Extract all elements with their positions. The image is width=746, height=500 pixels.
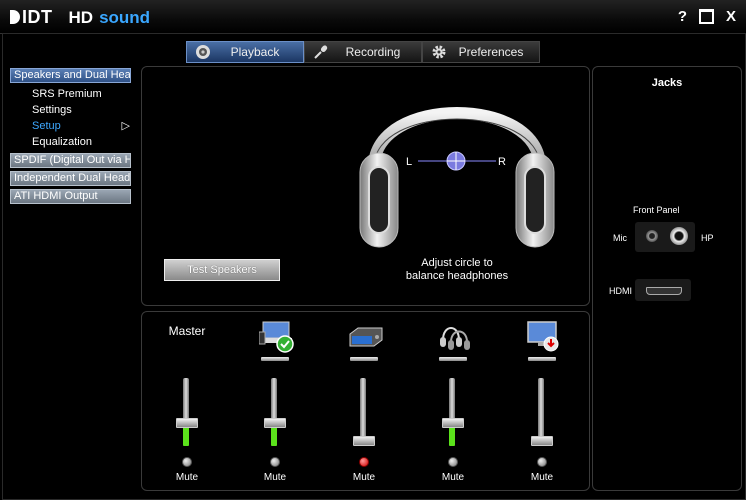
channel-label: Master — [168, 324, 206, 338]
dual-headphones-icon — [440, 327, 470, 350]
slider-thumb[interactable] — [264, 418, 286, 428]
balance-line-1: Adjust circle to — [421, 257, 493, 269]
volume-slider[interactable] — [353, 378, 375, 446]
logo-hd: HD — [68, 7, 94, 27]
logo-idt: IDT — [10, 7, 53, 28]
spdif-device-icon — [349, 327, 383, 347]
sub-item-label: Setup — [32, 120, 61, 132]
mute-label: Mute — [352, 472, 376, 483]
channel-speakers: Mute — [245, 312, 305, 490]
sub-item-setup[interactable]: Setup ▷ — [10, 118, 132, 134]
device-ati-hdmi-output[interactable]: ATI HDMI Output — [10, 189, 131, 204]
tab-label: Recording — [345, 45, 401, 59]
slider-thumb[interactable] — [176, 418, 198, 428]
balance-instructions: Adjust circle to balance headphones — [382, 257, 532, 283]
device-spdif[interactable]: SPDIF (Digital Out via HP) — [10, 153, 131, 168]
logo-sound: sound — [99, 7, 151, 27]
headphones-icon: L R — [359, 107, 555, 248]
mic-jack-icon[interactable] — [646, 230, 658, 242]
slider-thumb[interactable] — [353, 436, 375, 446]
volume-slider[interactable] — [531, 378, 553, 446]
channel-master: Master Mute — [157, 312, 217, 490]
channel-spdif: Mute — [334, 312, 394, 490]
device-sidebar: Speakers and Dual Headphones SRS Premium… — [10, 68, 132, 207]
channel-headphones: Mute — [423, 312, 483, 490]
channel-separator — [350, 357, 378, 361]
hdmi-monitor-icon — [527, 321, 559, 352]
title-bar: IDT HD sound ? X — [0, 0, 746, 34]
test-speakers-button[interactable]: Test Speakers — [164, 259, 280, 281]
tab-playback[interactable]: Playback — [186, 41, 304, 63]
tab-label: Playback — [230, 45, 280, 59]
mute-toggle[interactable] — [270, 457, 280, 467]
balance-right-label: R — [498, 156, 506, 168]
tab-label: Preferences — [458, 45, 524, 59]
sub-item-equalization[interactable]: Equalization — [10, 134, 132, 150]
volume-slider[interactable] — [176, 378, 198, 446]
channel-separator — [528, 357, 556, 361]
app-logo: IDT HD sound — [10, 7, 150, 28]
speaker-icon — [196, 45, 210, 59]
volume-mixer: Master Mute Mute Mute Mute Mute — [141, 311, 590, 491]
device-independent-dual-headphones[interactable]: Independent Dual Headphones — [10, 171, 131, 186]
hp-label: HP — [701, 233, 714, 243]
window-controls: ? X — [678, 8, 736, 25]
channel-separator — [439, 357, 467, 361]
mute-label: Mute — [441, 472, 465, 483]
front-panel-jacks — [635, 222, 695, 252]
close-button[interactable]: X — [726, 8, 736, 25]
help-button[interactable]: ? — [678, 8, 687, 25]
jacks-panel: Jacks Front Panel Mic HP HDMI — [592, 66, 742, 491]
balance-line-2: balance headphones — [405, 270, 509, 282]
channel-hdmi: Mute — [512, 312, 572, 490]
tab-bar: Playback Recording Preferences — [186, 41, 540, 63]
gear-icon — [432, 45, 446, 59]
volume-slider[interactable] — [442, 378, 464, 446]
slider-thumb[interactable] — [442, 418, 464, 428]
play-arrow-icon: ▷ — [121, 120, 130, 132]
hp-jack-icon[interactable] — [670, 227, 688, 245]
hdmi-port-icon[interactable] — [646, 287, 682, 295]
slider-thumb[interactable] — [531, 436, 553, 446]
mic-label: Mic — [613, 233, 627, 243]
maximize-button[interactable] — [698, 9, 714, 24]
mute-toggle[interactable] — [359, 457, 369, 467]
mute-label: Mute — [175, 472, 199, 483]
channel-separator — [261, 357, 289, 361]
microphone-icon — [314, 45, 328, 59]
speakers-laptop-icon — [259, 321, 294, 353]
sub-item-srs-premium[interactable]: SRS Premium — [10, 86, 132, 102]
tab-preferences[interactable]: Preferences — [422, 41, 540, 63]
mute-toggle[interactable] — [537, 457, 547, 467]
hdmi-label: HDMI — [609, 286, 632, 296]
mute-toggle[interactable] — [182, 457, 192, 467]
setup-panel: Test Speakers L R Adjust circle to balan… — [141, 66, 590, 306]
volume-slider[interactable] — [264, 378, 286, 446]
jacks-title: Jacks — [651, 77, 683, 89]
balance-left-label: L — [406, 156, 412, 168]
mute-toggle[interactable] — [448, 457, 458, 467]
sub-item-settings[interactable]: Settings — [10, 102, 132, 118]
mute-label: Mute — [530, 472, 554, 483]
tab-recording[interactable]: Recording — [304, 41, 422, 63]
hdmi-jack — [635, 279, 691, 301]
device-speakers-dual-headphones[interactable]: Speakers and Dual Headphones — [10, 68, 131, 83]
front-panel-label: Front Panel — [633, 205, 680, 215]
mute-label: Mute — [263, 472, 287, 483]
